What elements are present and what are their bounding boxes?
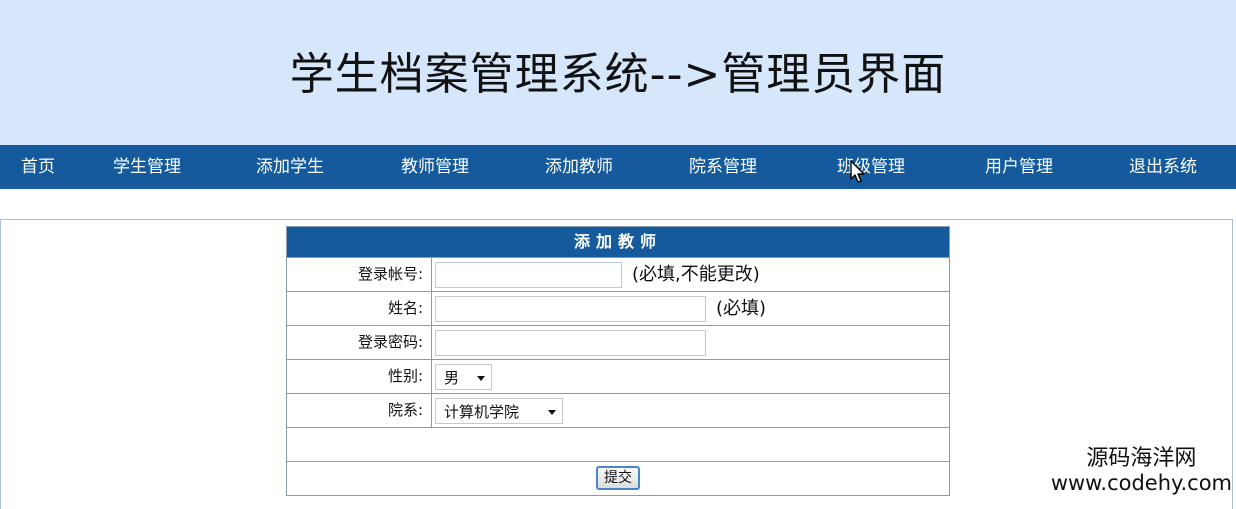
gender-label: 性别: — [287, 360, 432, 393]
form-row-department: 院系: 计算机学院 — [287, 393, 949, 427]
nav-item-teacher-management[interactable]: 教师管理 — [401, 145, 469, 189]
form-row-empty — [287, 427, 949, 461]
form-row-account: 登录帐号: (必填,不能更改) — [287, 257, 949, 291]
password-input[interactable] — [435, 330, 706, 356]
name-label: 姓名: — [287, 292, 432, 325]
form-row-password: 登录密码: — [287, 325, 949, 359]
nav-item-home[interactable]: 首页 — [21, 145, 55, 189]
form-title: 添加教师 — [287, 227, 949, 257]
nav-item-add-teacher[interactable]: 添加教师 — [545, 145, 613, 189]
submit-button[interactable]: 提交 — [596, 466, 640, 490]
nav-item-user-management[interactable]: 用户管理 — [985, 145, 1053, 189]
account-input[interactable] — [435, 262, 622, 288]
gender-select[interactable]: 男 — [435, 364, 492, 390]
nav-item-class-management[interactable]: 班级管理 — [837, 145, 905, 189]
add-teacher-form: 添加教师 登录帐号: (必填,不能更改) 姓名: (必填) 登录密码: 性别: … — [286, 226, 950, 496]
nav-item-logout[interactable]: 退出系统 — [1129, 145, 1197, 189]
account-hint: (必填,不能更改) — [632, 264, 760, 285]
mouse-cursor-icon — [850, 160, 865, 183]
chevron-down-icon — [548, 410, 556, 415]
watermark-site-name: 源码海洋网 — [1086, 446, 1197, 471]
form-row-gender: 性别: 男 — [287, 359, 949, 393]
nav-item-student-management[interactable]: 学生管理 — [113, 145, 181, 189]
watermark: 源码海洋网 www.codehy.com — [1051, 446, 1232, 495]
chevron-down-icon — [477, 376, 485, 381]
name-hint: (必填) — [716, 298, 767, 319]
password-label: 登录密码: — [287, 326, 432, 359]
department-label: 院系: — [287, 394, 432, 427]
nav-item-department-management[interactable]: 院系管理 — [689, 145, 757, 189]
form-row-submit: 提交 — [287, 461, 949, 495]
page-title: 学生档案管理系统-->管理员界面 — [289, 49, 947, 100]
form-row-name: 姓名: (必填) — [287, 291, 949, 325]
account-label: 登录帐号: — [287, 258, 432, 291]
watermark-url: www.codehy.com — [1050, 471, 1232, 496]
main-nav: 首页 学生管理 添加学生 教师管理 添加教师 院系管理 班级管理 用户管理 退出… — [0, 145, 1236, 189]
nav-item-add-student[interactable]: 添加学生 — [256, 145, 324, 189]
department-selected-value: 计算机学院 — [444, 403, 520, 421]
department-select[interactable]: 计算机学院 — [435, 398, 563, 424]
name-input[interactable] — [435, 296, 706, 322]
page-header: 学生档案管理系统-->管理员界面 — [0, 0, 1236, 145]
gender-selected-value: 男 — [444, 369, 460, 387]
